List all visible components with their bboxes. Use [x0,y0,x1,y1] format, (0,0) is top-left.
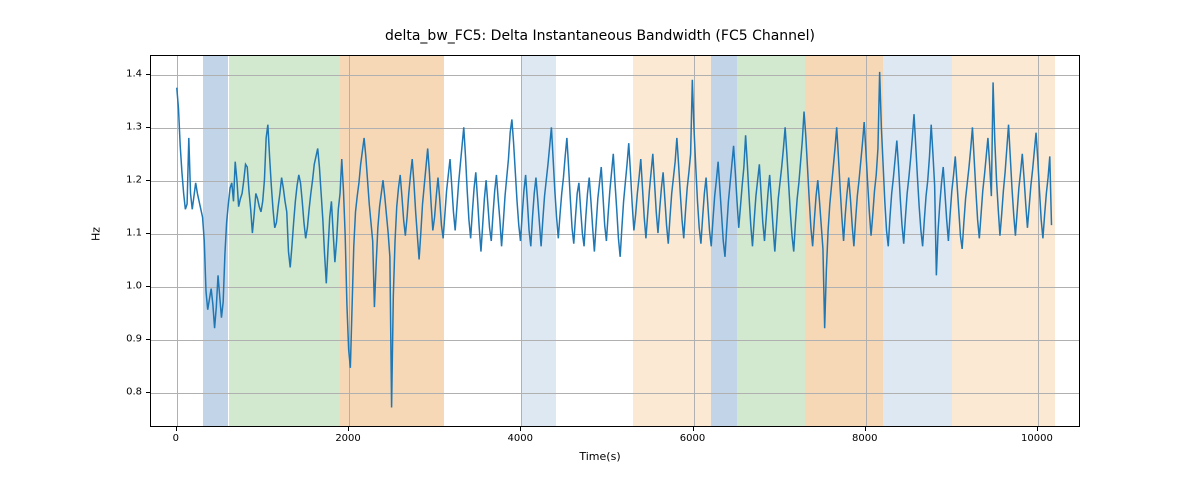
x-tick-label: 2000 [335,433,360,444]
x-tick-label: 0 [173,433,179,444]
y-tick-mark [146,286,150,287]
x-tick-mark [176,427,177,431]
chart-title: delta_bw_FC5: Delta Instantaneous Bandwi… [0,28,1200,44]
x-tick-mark [520,427,521,431]
y-tick-label: 1.3 [102,121,142,132]
x-tick-mark [693,427,694,431]
x-tick-label: 6000 [680,433,705,444]
x-tick-mark [348,427,349,431]
figure: delta_bw_FC5: Delta Instantaneous Bandwi… [0,0,1200,500]
y-tick-mark [146,74,150,75]
y-tick-label: 1.4 [102,68,142,79]
x-tick-mark [1037,427,1038,431]
y-axis-label: Hz [90,227,103,241]
y-tick-label: 0.9 [102,334,142,345]
plot-area [150,55,1080,427]
y-tick-mark [146,127,150,128]
x-axis-label: Time(s) [0,450,1200,463]
x-tick-label: 10000 [1021,433,1053,444]
x-tick-mark [865,427,866,431]
y-tick-label: 1.2 [102,174,142,185]
x-tick-label: 4000 [508,433,533,444]
y-tick-label: 1.0 [102,281,142,292]
y-tick-mark [146,180,150,181]
y-tick-label: 1.1 [102,228,142,239]
line-series [151,56,1079,426]
x-tick-label: 8000 [852,433,877,444]
y-tick-mark [146,339,150,340]
y-tick-label: 0.8 [102,387,142,398]
y-tick-mark [146,233,150,234]
series-line [177,72,1052,408]
y-tick-mark [146,392,150,393]
